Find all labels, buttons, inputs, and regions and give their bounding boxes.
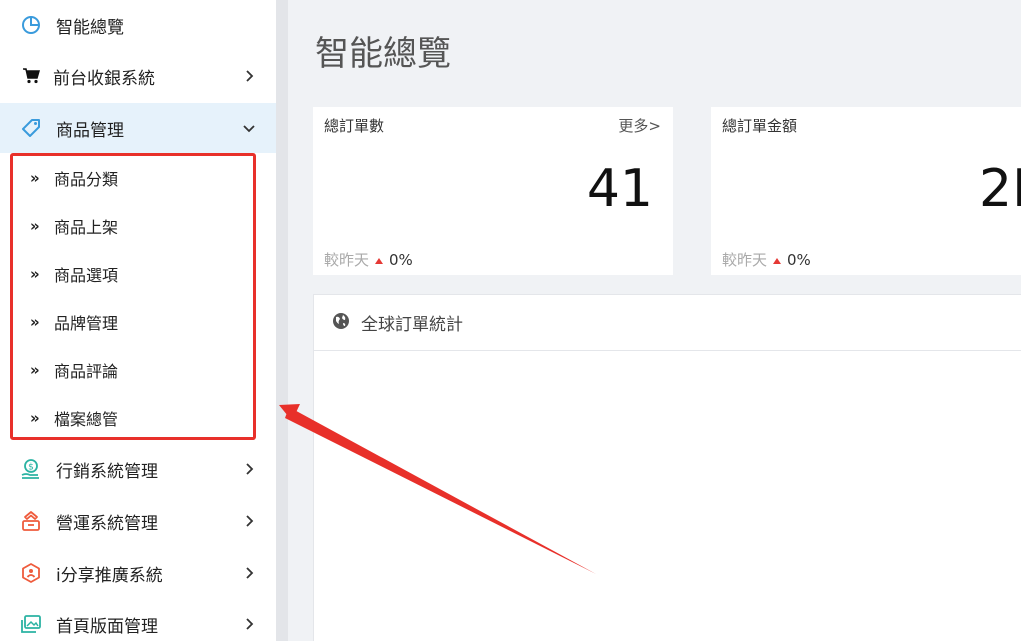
card-compare: 較昨天 0% xyxy=(722,249,811,270)
compare-value: 0% xyxy=(787,250,811,269)
submenu-item-categories[interactable]: » 商品分類 xyxy=(0,155,276,201)
card-compare: 較昨天 0% xyxy=(324,249,413,270)
store-icon xyxy=(20,510,42,532)
chevron-right-icon xyxy=(242,566,256,580)
stat-card-amount: 總訂單金額 2M 較昨天 0% xyxy=(711,107,1021,275)
card-value: 41 xyxy=(586,159,653,219)
card-title: 總訂單數 xyxy=(324,117,385,135)
page-title: 智能總覽 xyxy=(315,34,451,74)
compare-value: 0% xyxy=(389,250,413,269)
sidebar-item-marketing[interactable]: $ 行銷系統管理 xyxy=(0,444,276,494)
double-chevron-icon: » xyxy=(30,361,40,379)
panel-title: 全球訂單統計 xyxy=(361,315,463,335)
double-chevron-icon: » xyxy=(30,313,40,331)
sidebar-item-homepage[interactable]: 首頁版面管理 xyxy=(0,599,276,641)
double-chevron-icon: » xyxy=(30,217,40,235)
cart-icon xyxy=(20,65,42,87)
globe-icon xyxy=(332,312,350,330)
tag-icon xyxy=(20,117,42,139)
sidebar-item-label: 營運系統管理 xyxy=(56,513,158,534)
submenu-item-brands[interactable]: » 品牌管理 xyxy=(0,299,276,345)
sidebar-item-products[interactable]: 商品管理 xyxy=(0,103,276,153)
sidebar-item-label: 智能總覽 xyxy=(56,17,124,38)
submenu-item-label: 品牌管理 xyxy=(54,314,119,333)
double-chevron-icon: » xyxy=(30,265,40,283)
sidebar: 智能總覽 前台收銀系統 商品管理 » 商品分類 » 商品上架 » 商品選項 » … xyxy=(0,0,276,641)
submenu-item-label: 商品分類 xyxy=(54,170,119,189)
stat-card-orders: 總訂單數 更多> 41 較昨天 0% xyxy=(313,107,673,275)
double-chevron-icon: » xyxy=(30,409,40,427)
card-value: 2M xyxy=(979,159,1021,219)
sidebar-item-label: 商品管理 xyxy=(56,120,124,141)
sidebar-item-dashboard[interactable]: 智能總覽 xyxy=(0,0,276,50)
pie-chart-icon xyxy=(20,14,42,36)
card-title: 總訂單金額 xyxy=(722,117,798,135)
share-badge-icon xyxy=(20,562,42,584)
sidebar-item-label: 首頁版面管理 xyxy=(56,616,158,637)
double-chevron-icon: » xyxy=(30,169,40,187)
svg-text:$: $ xyxy=(28,463,34,473)
compare-label: 較昨天 xyxy=(722,251,768,269)
global-orders-panel: 全球訂單統計 xyxy=(313,294,1021,641)
sidebar-item-label: 行銷系統管理 xyxy=(56,461,158,482)
chevron-right-icon xyxy=(242,514,256,528)
sidebar-divider xyxy=(276,0,288,641)
image-gallery-icon xyxy=(20,613,42,635)
chevron-down-icon xyxy=(242,121,256,135)
chevron-right-icon xyxy=(242,462,256,476)
submenu-item-label: 商品上架 xyxy=(54,218,119,237)
sidebar-item-label: 前台收銀系統 xyxy=(53,68,155,89)
more-link[interactable]: 更多> xyxy=(618,115,661,136)
sidebar-item-label: i分享推廣系統 xyxy=(56,565,163,586)
chevron-right-icon xyxy=(242,69,256,83)
sidebar-item-operations[interactable]: 營運系統管理 xyxy=(0,496,276,546)
submenu-item-reviews[interactable]: » 商品評論 xyxy=(0,347,276,393)
sidebar-item-share[interactable]: i分享推廣系統 xyxy=(0,548,276,598)
submenu-item-files[interactable]: » 檔案總管 xyxy=(0,395,276,441)
submenu-item-label: 商品選項 xyxy=(54,266,119,285)
panel-header: 全球訂單統計 xyxy=(314,295,1021,351)
up-arrow-icon xyxy=(374,251,384,269)
chevron-right-icon xyxy=(242,617,256,631)
submenu-item-listing[interactable]: » 商品上架 xyxy=(0,203,276,249)
up-arrow-icon xyxy=(772,251,782,269)
compare-label: 較昨天 xyxy=(324,251,370,269)
sidebar-item-pos[interactable]: 前台收銀系統 xyxy=(0,51,276,101)
submenu-item-label: 檔案總管 xyxy=(54,410,119,429)
submenu-item-options[interactable]: » 商品選項 xyxy=(0,251,276,297)
money-hand-icon: $ xyxy=(20,458,42,480)
submenu-item-label: 商品評論 xyxy=(54,362,119,381)
